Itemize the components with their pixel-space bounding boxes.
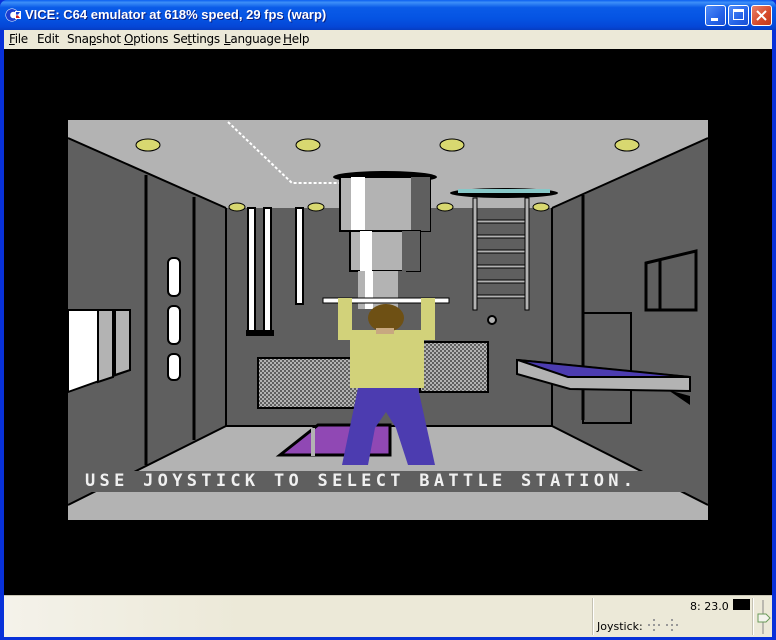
volume-slider-icon[interactable] (756, 596, 772, 636)
status-separator (592, 598, 594, 635)
menu-settings[interactable]: Settings (173, 32, 220, 46)
joystick-port-2-icon[interactable] (665, 618, 679, 632)
minimize-icon (711, 18, 718, 21)
window-title: VICE: C64 emulator at 618% speed, 29 fps… (25, 7, 327, 22)
minimize-button[interactable] (705, 5, 726, 26)
menu-snapshot[interactable]: Snapshot (67, 32, 121, 46)
menu-help[interactable]: Help (283, 32, 309, 46)
left-wall-lights (167, 257, 181, 297)
right-wall-window (644, 249, 698, 312)
close-button[interactable] (751, 5, 772, 26)
menu-language[interactable]: Language (224, 32, 281, 46)
emulator-display[interactable]: USE JOYSTICK TO SELECT BATTLE STATION. (4, 49, 772, 595)
maximize-icon (733, 9, 744, 20)
close-icon (756, 10, 767, 21)
menu-options[interactable]: Options (124, 32, 169, 46)
status-message-area (4, 596, 594, 637)
maximize-button[interactable] (728, 5, 749, 26)
game-message: USE JOYSTICK TO SELECT BATTLE STATION. (85, 471, 638, 491)
menu-bar: File Edit Snapshot Options Settings Lang… (4, 30, 772, 49)
status-bar: 8: 23.0 Joystick: (4, 595, 772, 637)
joystick-label: Joystick: (597, 620, 643, 633)
menu-edit[interactable]: Edit (37, 32, 59, 46)
menu-file[interactable]: File (9, 32, 28, 46)
vice-window: VICE: C64 emulator at 618% speed, 29 fps… (0, 0, 776, 640)
vent-grill-right (419, 341, 489, 393)
status-separator (752, 598, 754, 635)
commodore-logo-icon (5, 8, 21, 22)
drive-led-icon (733, 599, 750, 610)
game-scene (68, 120, 708, 520)
drive-status: 8: 23.0 (690, 600, 729, 613)
title-bar[interactable]: VICE: C64 emulator at 618% speed, 29 fps… (0, 0, 776, 30)
c64-game-screen[interactable]: USE JOYSTICK TO SELECT BATTLE STATION. (68, 120, 708, 520)
vent-grill-left (257, 357, 361, 409)
joystick-port-1-icon[interactable] (647, 618, 661, 632)
